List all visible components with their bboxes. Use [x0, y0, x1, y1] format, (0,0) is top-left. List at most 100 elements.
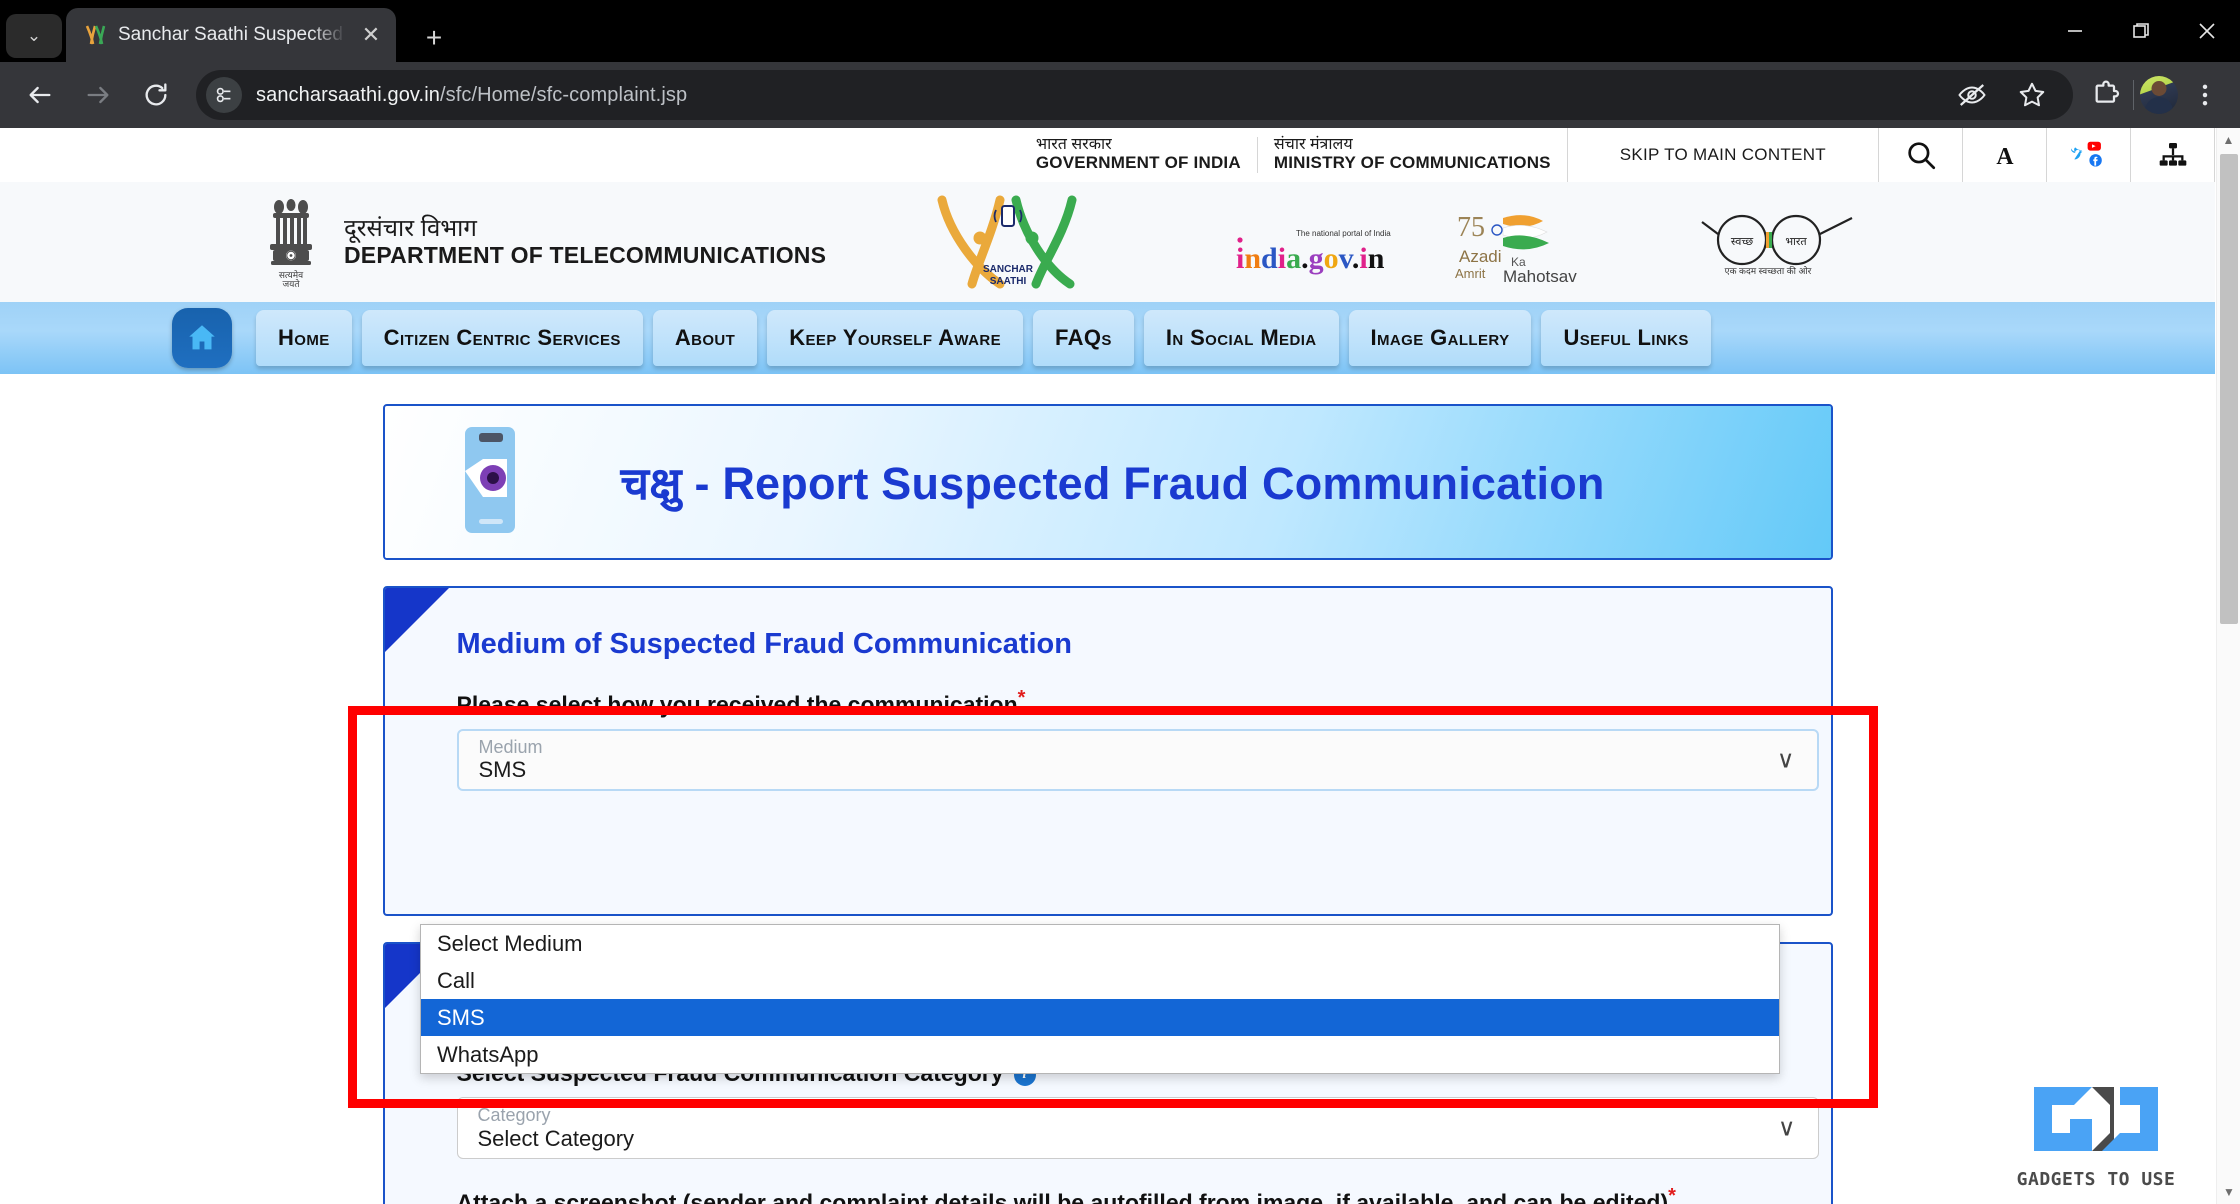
svg-text:Amrit: Amrit — [1455, 266, 1486, 281]
search-icon[interactable] — [1879, 128, 1963, 182]
nav-item-home[interactable]: Home — [256, 310, 352, 366]
page-banner: चक्षु - Report Suspected Fraud Communica… — [384, 406, 1831, 558]
profile-avatar[interactable] — [2140, 76, 2178, 114]
azadi-ka-amrit-mahotsav-logo[interactable]: 75 Azadi Ka Amrit Mahotsav — [1455, 206, 1655, 291]
nav-item-in-social-media[interactable]: In Social Media — [1143, 310, 1339, 366]
browser-toolbar: sancharsaathi.gov.in/sfc/Home/sfc-compla… — [0, 62, 2240, 128]
page-scrollbar[interactable]: ▲ ▼ — [2216, 128, 2240, 1204]
page-banner-card: चक्षु - Report Suspected Fraud Communica… — [382, 404, 1833, 560]
india-state-emblem: सत्यमेव जयते — [260, 192, 322, 292]
ministry-hi-text: संचार मंत्रालय — [1273, 136, 1353, 154]
browser-tab[interactable]: Sanchar Saathi Suspected Fraud ✕ — [66, 8, 396, 62]
url-path: /sfc/Home/sfc-complaint.jsp — [439, 83, 688, 106]
skip-to-main-content-link[interactable]: SKIP TO MAIN CONTENT — [1568, 128, 1879, 182]
india-gov-in-logo[interactable]: The national portal of India india.gov.i… — [1230, 224, 1420, 289]
phone-eye-icon — [457, 425, 525, 540]
nav-item-image-gallery[interactable]: Image Gallery — [1348, 310, 1532, 366]
svg-text:जयते: जयते — [282, 278, 300, 289]
close-icon[interactable]: ✕ — [358, 24, 384, 46]
category-select[interactable]: Category Select Category ∨ — [456, 1097, 1819, 1159]
chevron-down-icon[interactable]: ∨ — [1777, 745, 1795, 774]
social-media-icons[interactable] — [2047, 128, 2131, 182]
sanchar-saathi-logo[interactable]: SANCHAR SAATHI — [920, 192, 1100, 297]
site-header: सत्यमेव जयते दूरसंचार विभाग DEPARTMENT O… — [0, 182, 2215, 302]
scroll-up-arrow[interactable]: ▲ — [2217, 128, 2240, 152]
svg-text:Azadi: Azadi — [1459, 247, 1502, 266]
nav-item-citizen-centric-services[interactable]: Citizen Centric Services — [361, 310, 643, 366]
nav-item-faqs[interactable]: FAQs — [1032, 310, 1134, 366]
government-names: भारत सरकार GOVERNMENT OF INDIA संचार मंत… — [0, 128, 1567, 182]
dropdown-option-whatsapp[interactable]: WhatsApp — [421, 1036, 1779, 1073]
department-en-text: DEPARTMENT OF TELECOMMUNICATIONS — [344, 242, 827, 269]
scroll-down-arrow[interactable]: ▼ — [2217, 1180, 2240, 1204]
required-asterisk: * — [1017, 687, 1026, 709]
tab-search-button[interactable]: ⌄ — [6, 14, 62, 58]
category-select-wrap: Category Select Category ∨ — [385, 1087, 1831, 1159]
department-name: दूरसंचार विभाग DEPARTMENT OF TELECOMMUNI… — [344, 215, 826, 270]
page-viewport: भारत सरकार GOVERNMENT OF INDIA संचार मंत… — [0, 128, 2240, 1204]
eye-off-icon[interactable] — [1951, 74, 1993, 116]
page-info-icon[interactable] — [206, 77, 242, 113]
sitemap-icon[interactable] — [2131, 128, 2215, 182]
medium-section-card: Medium of Suspected Fraud Communication … — [382, 586, 1833, 916]
svg-text:Mahotsav: Mahotsav — [1503, 267, 1577, 286]
svg-text:A: A — [1996, 144, 2013, 170]
address-bar[interactable]: sancharsaathi.gov.in/sfc/Home/sfc-compla… — [196, 70, 2073, 120]
watermark: GADGETS TO USE — [2012, 1079, 2180, 1190]
scrollbar-thumb[interactable] — [2220, 154, 2238, 624]
bookmark-star-icon[interactable] — [2011, 74, 2053, 116]
swachh-bharat-logo[interactable]: स्वच्छ भारत एक कदम स्वच्छता की ओर — [1700, 212, 1870, 283]
forward-button[interactable] — [72, 69, 124, 121]
medium-float-label: Medium — [478, 736, 543, 757]
ministry-en-text: MINISTRY OF COMMUNICATIONS — [1273, 153, 1551, 173]
gov-hi-text: भारत सरकार — [1035, 136, 1112, 154]
dropdown-option-sms[interactable]: SMS — [421, 999, 1779, 1036]
medium-field-label-text: Please select how you received the commu… — [456, 691, 1018, 718]
chevron-down-icon[interactable]: ∨ — [1778, 1114, 1796, 1143]
section-heading-medium: Medium of Suspected Fraud Communication — [456, 628, 1073, 660]
page-title: चक्षु - Report Suspected Fraud Communica… — [620, 457, 1605, 509]
required-asterisk: * — [1668, 1185, 1676, 1204]
svg-text:एक कदम स्वच्छता की ओर: एक कदम स्वच्छता की ओर — [1725, 265, 1812, 276]
gov-en-text: GOVERNMENT OF INDIA — [1035, 153, 1241, 173]
toolbar-divider — [2133, 80, 2134, 110]
extensions-icon[interactable] — [2085, 74, 2127, 116]
maximize-button[interactable] — [2108, 0, 2174, 62]
new-tab-button[interactable]: + — [414, 22, 454, 54]
nav-item-useful-links[interactable]: Useful Links — [1541, 310, 1711, 366]
dropdown-option-select-medium[interactable]: Select Medium — [421, 925, 1779, 962]
url-text: sancharsaathi.gov.in/sfc/Home/sfc-compla… — [256, 84, 687, 107]
department-hi-text: दूरसंचार विभाग — [344, 214, 477, 242]
reload-button[interactable] — [130, 69, 182, 121]
government-bar: भारत सरकार GOVERNMENT OF INDIA संचार मंत… — [0, 128, 2215, 182]
chevron-down-icon: ⌄ — [26, 26, 42, 45]
watermark-text: GADGETS TO USE — [2016, 1169, 2176, 1190]
svg-text:india.gov.in: india.gov.in — [1236, 242, 1385, 275]
category-float-label: Category — [477, 1105, 551, 1125]
medium-select[interactable]: Medium SMS ∨ — [456, 728, 1819, 791]
medium-select-content: Medium SMS — [479, 737, 543, 783]
window-controls — [2042, 0, 2240, 62]
font-size-icon[interactable]: A — [1963, 128, 2047, 182]
sidebar-item-home-icon[interactable] — [172, 308, 232, 368]
tab-title: Sanchar Saathi Suspected Fraud — [118, 24, 346, 45]
medium-dropdown-list[interactable]: Select Medium Call SMS WhatsApp — [420, 924, 1780, 1074]
close-window-button[interactable] — [2174, 0, 2240, 62]
attachment-field-label-text: Attach a screenshot (sender and complain… — [456, 1189, 1669, 1204]
attachment-field-label: Attach a screenshot (sender and complain… — [385, 1159, 1831, 1204]
svg-text:भारत: भारत — [1785, 236, 1807, 248]
svg-text:SANCHAR: SANCHAR — [983, 264, 1034, 275]
nav-item-about[interactable]: About — [652, 310, 758, 366]
nav-item-keep-yourself-aware[interactable]: Keep Yourself Aware — [767, 310, 1023, 366]
medium-field-label: Please select how you received the commu… — [385, 661, 1831, 719]
minimize-button[interactable] — [2042, 0, 2108, 62]
dropdown-option-call[interactable]: Call — [421, 962, 1779, 999]
utility-links: SKIP TO MAIN CONTENT A — [1566, 128, 2215, 182]
back-button[interactable] — [14, 69, 66, 121]
tab-strip: ⌄ Sanchar Saathi Suspected Fraud ✕ + — [0, 0, 2240, 62]
three-dot-menu-icon[interactable] — [2184, 74, 2226, 116]
url-host: sancharsaathi.gov.in — [256, 83, 440, 106]
svg-text:The national portal of India: The national portal of India — [1296, 229, 1391, 238]
category-select-value: Select Category — [477, 1125, 635, 1151]
page-content: चक्षु - Report Suspected Fraud Communica… — [0, 404, 2215, 1204]
